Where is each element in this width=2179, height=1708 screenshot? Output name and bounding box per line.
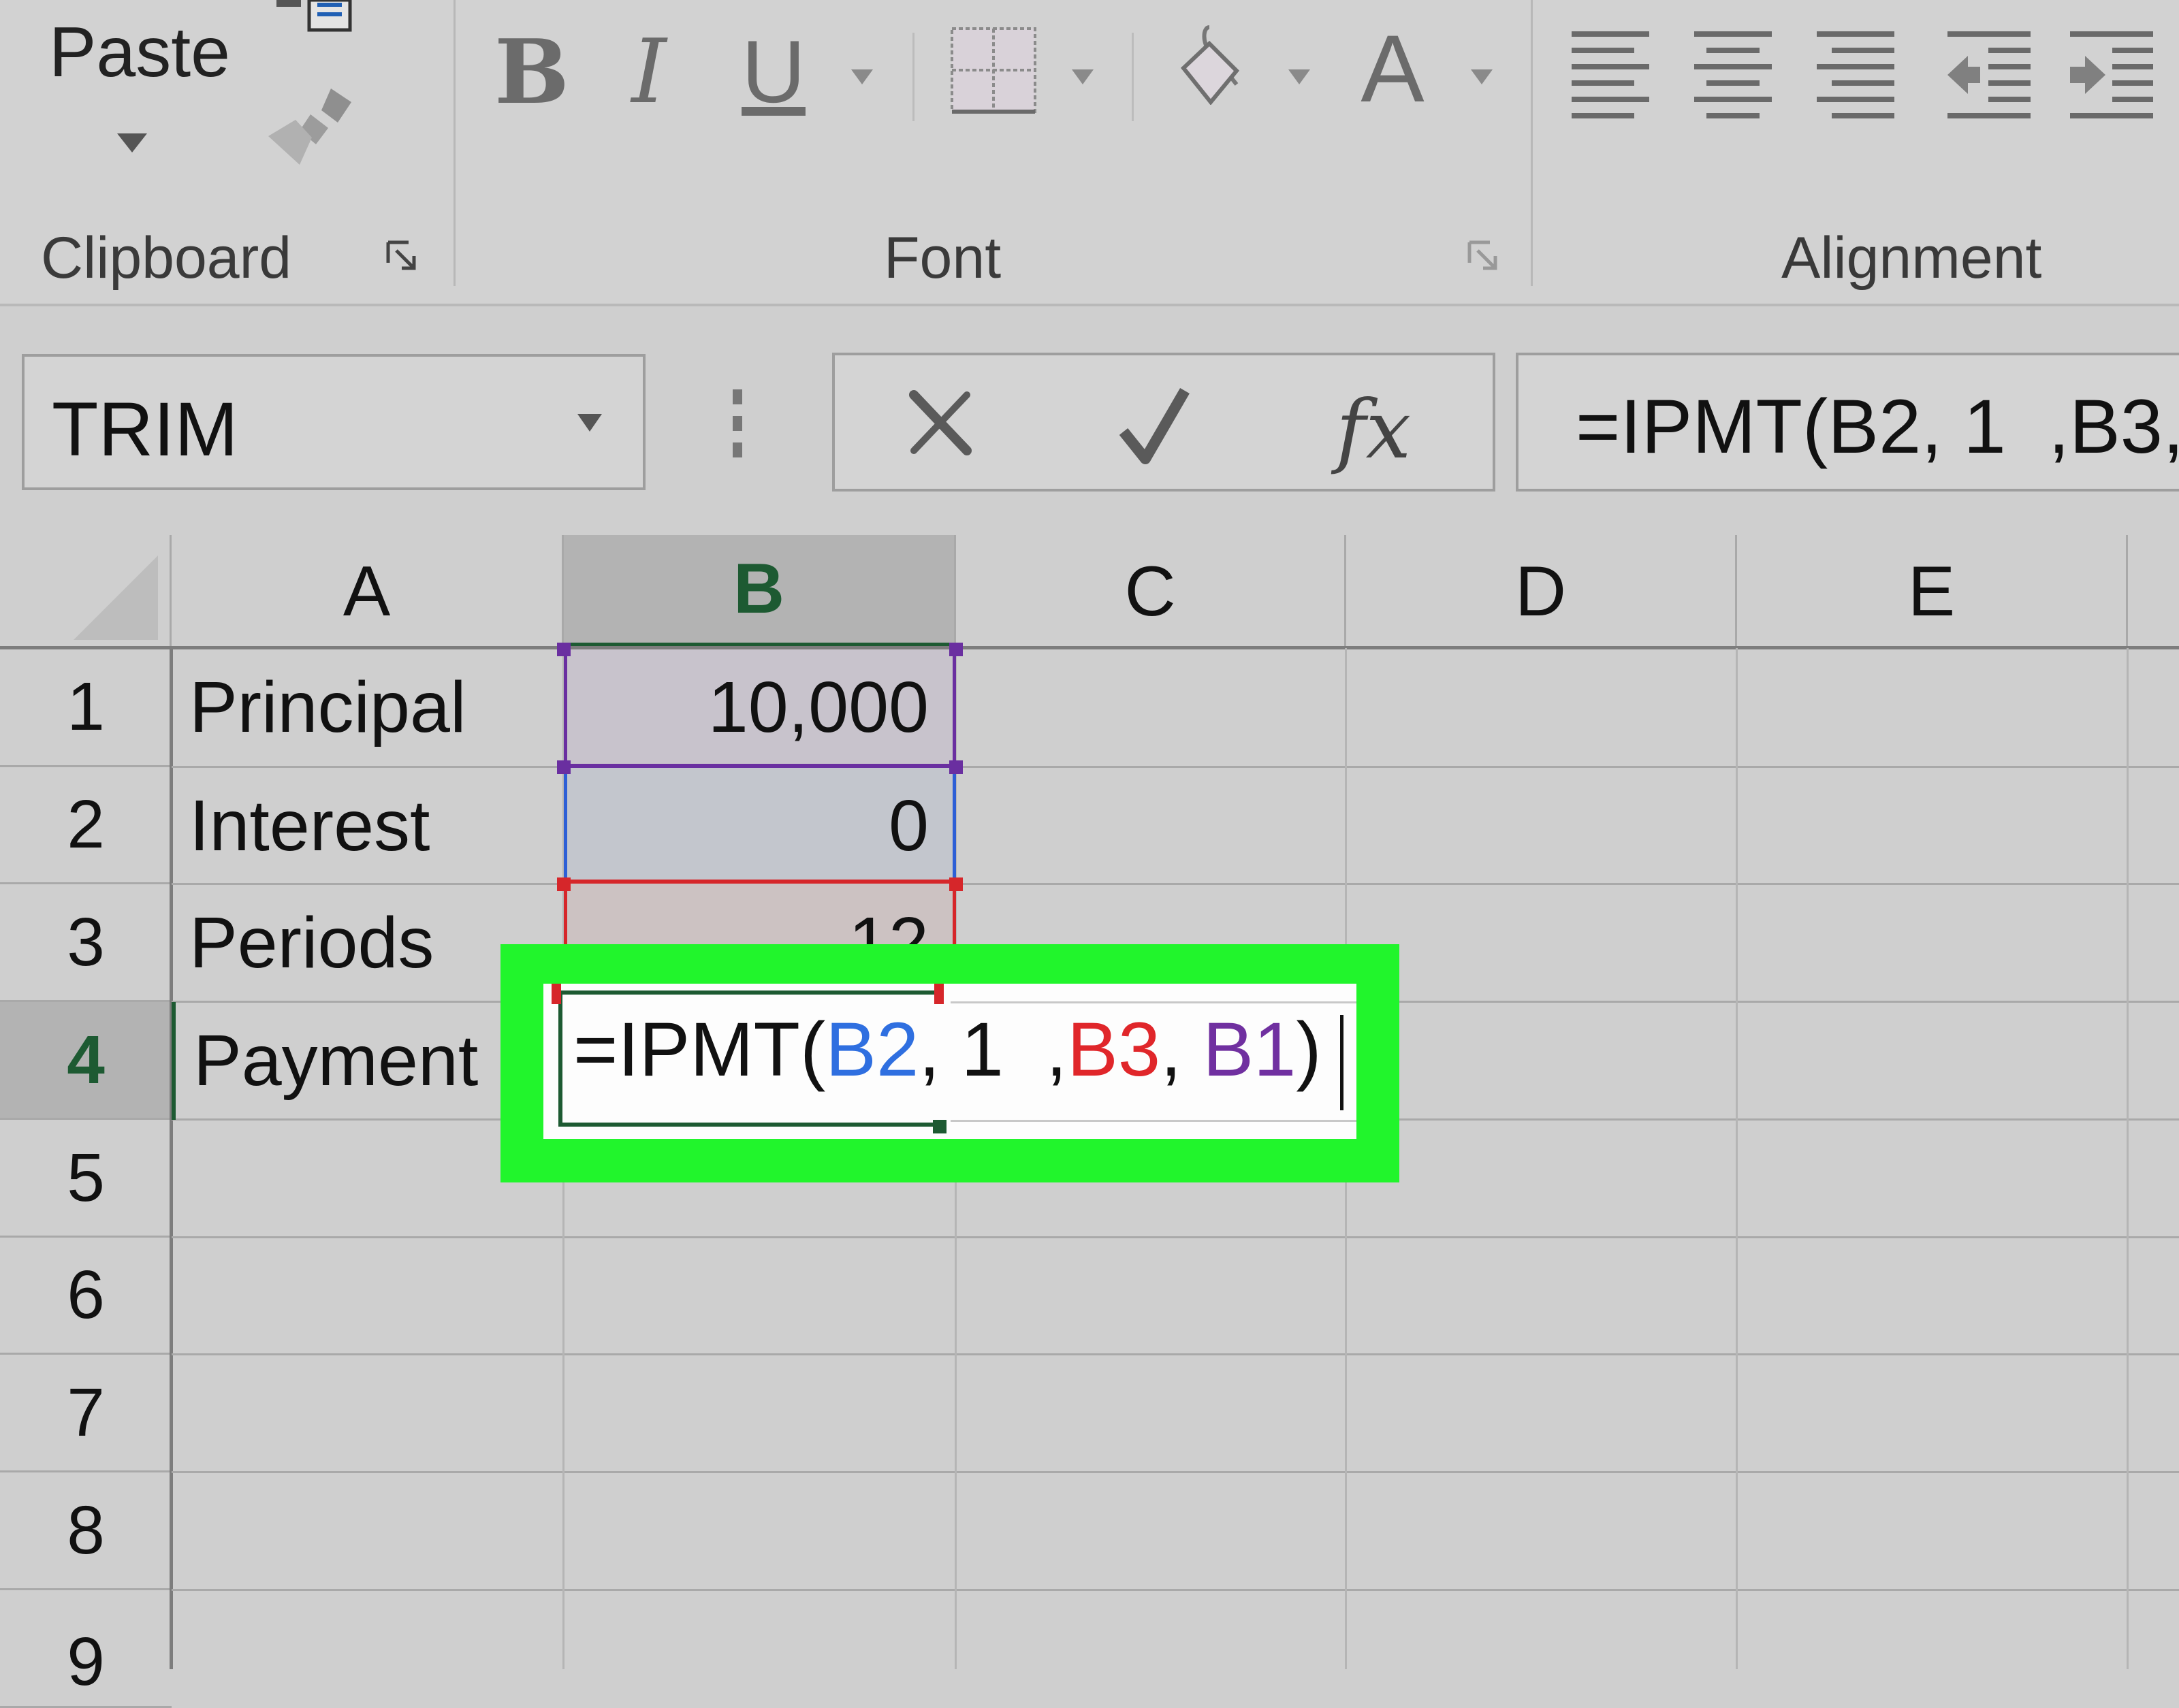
cell-edit-formula: =IPMT(B2, 1 ,B3, B1) [573,1005,1322,1093]
toolbar-separator [912,33,914,121]
bold-icon: B [494,19,569,124]
row-header-3[interactable]: 3 [0,884,172,1002]
increase-indent-icon[interactable] [2067,27,2156,123]
formula-token: ) [1296,1007,1322,1092]
decrease-indent-icon[interactable] [1945,27,2033,123]
gridline [2127,648,2129,1669]
alignment-group-label: Alignment [1781,225,2042,291]
active-cell-border-left [558,990,562,1127]
formula-token: B1 [1203,1007,1297,1092]
formula-token: B3 [1067,1007,1161,1092]
text-cursor [1340,1015,1343,1110]
name-box[interactable]: TRIM [22,354,646,490]
font-color-icon: A [1361,15,1425,122]
underline-dropdown-caret-icon[interactable] [851,69,873,84]
reference-handle[interactable] [552,984,561,1004]
italic-icon: I [631,20,667,123]
italic-button[interactable]: I [618,20,680,123]
formula-token: =IPMT( [573,1007,826,1092]
ribbon: Paste Clipboard B I U A Font Alignment [0,0,2179,306]
font-color-dropdown-caret-icon[interactable] [1471,69,1493,84]
column-header-d[interactable]: D [1346,535,1737,648]
row-header-4[interactable]: 4 [0,1002,172,1120]
toolbar-separator [1132,33,1134,121]
insert-function-button[interactable]: fx [1336,383,1411,477]
copy-icon[interactable] [270,0,358,41]
select-all-button[interactable] [0,535,172,648]
formula-input-value: =IPMT(B2, 1 ,B3, B1) [1576,384,2179,469]
name-box-value: TRIM [52,387,238,472]
formula-bar-resize-handle[interactable] [733,389,742,457]
borders-icon[interactable] [949,26,1038,116]
font-group-label: Font [884,225,1002,291]
reference-handle[interactable] [934,984,944,1004]
fill-color-dropdown-caret-icon[interactable] [1288,69,1310,84]
row-header-1[interactable]: 1 [0,648,172,767]
cancel-icon[interactable] [903,385,978,460]
formula-token: B2 [825,1007,919,1092]
font-color-button[interactable]: A [1355,15,1430,122]
enter-checkmark-icon[interactable] [1117,383,1192,471]
column-header-c[interactable]: C [956,535,1346,648]
align-center-icon[interactable] [1689,27,1777,123]
gridline [951,1001,1356,1003]
column-header-f[interactable] [2128,535,2179,648]
underline-button[interactable]: U [739,22,808,121]
cell-b1[interactable]: 10,000 [564,648,956,767]
font-dialog-launcher-icon[interactable] [1467,240,1501,274]
formula-token: , 1 , [919,1007,1068,1092]
borders-dropdown-caret-icon[interactable] [1072,69,1094,84]
row-header-6[interactable]: 6 [0,1238,172,1355]
gridline [172,1236,2179,1238]
active-cell-border-top [558,990,938,995]
fill-color-icon[interactable] [1175,23,1250,105]
ribbon-group-separator [1531,0,1533,286]
ribbon-group-separator [454,0,456,286]
format-painter-icon[interactable] [263,75,365,170]
formula-token: , [1160,1007,1203,1092]
column-header-b[interactable]: B [564,535,956,648]
gridline [172,1353,2179,1355]
underline-icon: U [742,22,806,121]
cell-b2[interactable]: 0 [564,767,956,884]
row-header-5[interactable]: 5 [0,1120,172,1238]
select-all-triangle-icon [74,555,158,640]
highlight-callout: =IPMT(B2, 1 ,B3, B1) [500,944,1399,1182]
align-right-icon[interactable] [1811,27,1900,123]
cell-b4-editor[interactable]: =IPMT(B2, 1 ,B3, B1) [543,984,1356,1139]
bold-button[interactable]: B [494,20,569,124]
paste-dropdown-caret-icon[interactable] [117,133,147,152]
row-header-7[interactable]: 7 [0,1355,172,1472]
formula-bar-buttons: fx [832,353,1495,492]
paste-button[interactable]: Paste [49,12,230,93]
row-header-8[interactable]: 8 [0,1472,172,1590]
fill-handle[interactable] [933,1120,947,1133]
cell-a2[interactable]: Interest [172,767,564,884]
active-cell-border-bottom [558,1123,938,1127]
name-box-dropdown-icon[interactable] [577,414,602,432]
column-header-e[interactable]: E [1737,535,2128,648]
row-header-2[interactable]: 2 [0,767,172,884]
gridline [1736,648,1738,1669]
row-header-9[interactable]: 9 [0,1590,172,1708]
gridline [951,1120,1356,1122]
fx-icon: fx [1336,383,1412,477]
gridline [172,1471,2179,1473]
gridline [172,1589,2179,1591]
cell-a1[interactable]: Principal [172,648,564,767]
column-header-a[interactable]: A [172,535,564,648]
clipboard-group-label: Clipboard [41,225,292,291]
clipboard-dialog-launcher-icon[interactable] [385,240,419,274]
align-left-icon[interactable] [1566,27,1655,123]
formula-input[interactable]: =IPMT(B2, 1 ,B3, B1) [1516,353,2179,492]
